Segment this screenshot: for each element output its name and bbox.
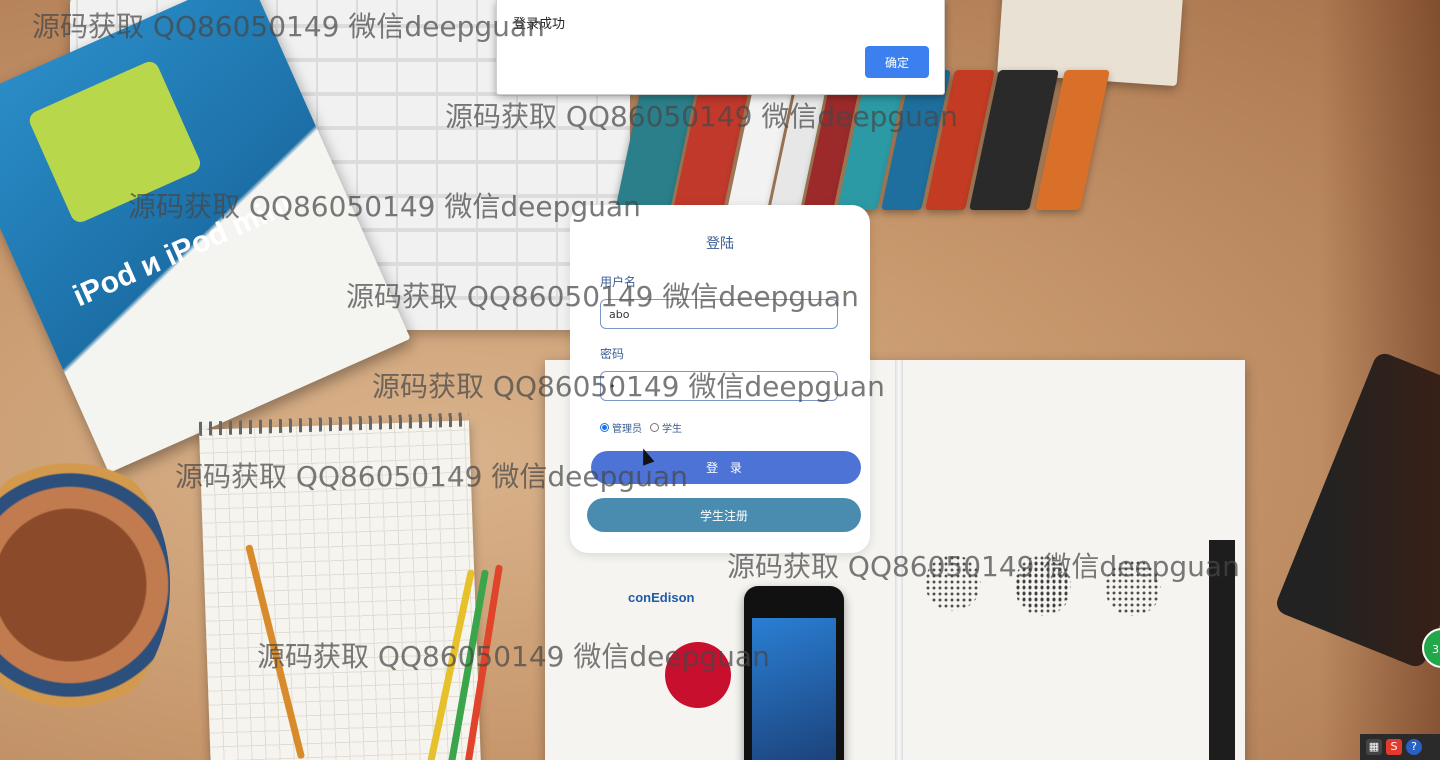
lg-logo (665, 642, 731, 708)
role-label: 学生 (662, 424, 682, 435)
system-tray: ▦ S ? (1360, 734, 1440, 760)
username-input[interactable] (600, 299, 838, 329)
tray-grid-icon[interactable]: ▦ (1366, 739, 1382, 755)
conedison-logo: conEdison (628, 590, 695, 605)
student-register-button[interactable]: 学生注册 (587, 498, 861, 532)
radio-icon[interactable] (600, 423, 609, 432)
radio-icon[interactable] (650, 423, 659, 432)
login-title: 登陆 (706, 236, 734, 252)
role-option-admin[interactable]: 管理员 (600, 420, 642, 435)
login-card: 登陆 用户名 密码 管理员 学生 登 录 学生注册 (570, 205, 870, 553)
help-icon[interactable]: ? (1406, 739, 1422, 755)
alert-dialog: 登录成功 确定 (496, 0, 945, 95)
password-input[interactable] (600, 371, 838, 401)
password-label: 密码 (600, 347, 625, 361)
alert-message: 登录成功 (513, 17, 566, 32)
username-label: 用户名 (600, 275, 637, 289)
login-button[interactable]: 登 录 (591, 451, 861, 484)
role-label: 管理员 (612, 424, 642, 435)
alert-ok-button[interactable]: 确定 (865, 46, 929, 78)
phone-image (744, 586, 844, 760)
sogou-input-icon[interactable]: S (1386, 739, 1402, 755)
role-option-student[interactable]: 学生 (650, 420, 682, 435)
doily-image (0, 450, 170, 720)
role-radio-group: 管理员 学生 (600, 420, 690, 435)
